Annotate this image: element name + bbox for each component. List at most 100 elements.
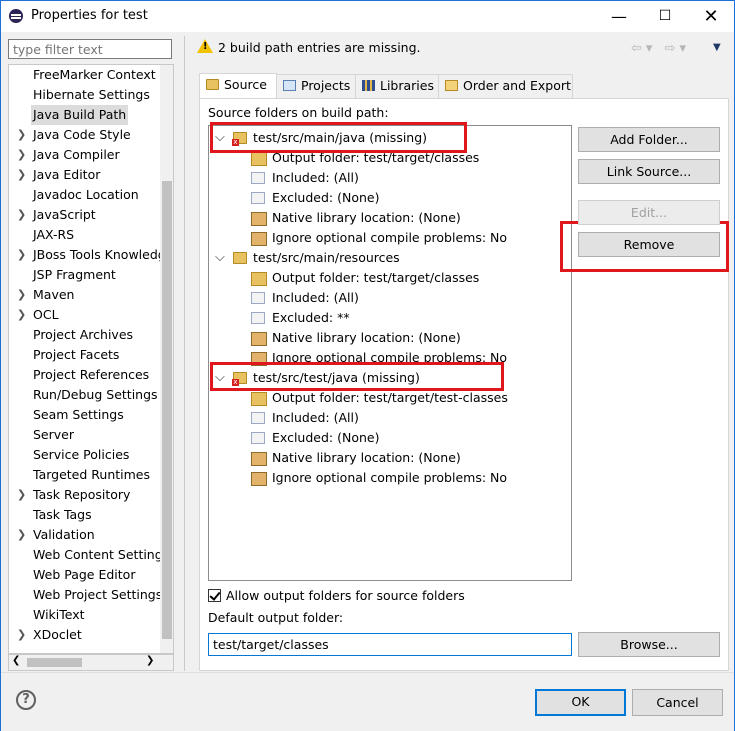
add-folder-button[interactable]: Add Folder... [578, 127, 720, 152]
source-attribute-row[interactable]: Included: (All) [209, 408, 569, 428]
chevron-right-icon[interactable]: ❯ [17, 145, 27, 165]
tab-label: Libraries [380, 78, 434, 93]
native-library-icon [251, 212, 267, 226]
source-row-label: Included: (All) [272, 170, 359, 185]
ok-button[interactable]: OK [535, 689, 626, 716]
default-output-field[interactable]: test/target/classes [208, 633, 572, 656]
chevron-right-icon[interactable]: ❯ [17, 305, 27, 325]
sidebar-item-label: Web Page Editor [33, 567, 136, 582]
property-pages-tree: ❯ XDoclet WikiText Web Project Settings Web … [8, 64, 174, 654]
sidebar-item-label: Hibernate Settings [33, 87, 150, 102]
properties-dialog: Properties for test — ☐ ✕ ❯ XDoclet WikiTe… [0, 0, 735, 731]
highlight-box [210, 122, 467, 153]
chevron-right-icon[interactable]: ❯ [17, 485, 27, 505]
source-attribute-row[interactable]: Ignore optional compile problems: No [209, 228, 569, 248]
tab-label: Source [224, 77, 267, 92]
source-attribute-row[interactable]: Ignore optional compile problems: No [209, 468, 569, 488]
chevron-right-icon[interactable]: ❯ [17, 625, 27, 645]
panel-divider[interactable] [184, 36, 185, 671]
ignore-problems-icon [251, 472, 267, 486]
back-forward-icons[interactable]: ⇦▾ ⇨▾ [631, 41, 690, 56]
tab-order-and-export[interactable]: Order and Export [438, 74, 573, 98]
source-attribute-row[interactable]: Output folder: test/target/classes [209, 268, 569, 288]
source-row-label: Included: (All) [272, 410, 359, 425]
chevron-right-icon[interactable]: ❯ [17, 285, 27, 305]
minimize-button[interactable]: — [596, 1, 642, 32]
source-attribute-row[interactable]: Excluded: (None) [209, 188, 569, 208]
output-folder-icon [251, 392, 267, 406]
browse-button[interactable]: Browse... [578, 632, 720, 657]
warning-message: 2 build path entries are missing. [218, 40, 421, 55]
source-folders-label: Source folders on build path: [208, 105, 389, 120]
source-attribute-row[interactable]: Native library location: (None) [209, 448, 569, 468]
sidebar-item-label: Java Build Path [31, 105, 129, 125]
tree-vertical-scrollbar[interactable] [160, 65, 173, 653]
source-row-label: Output folder: test/target/classes [272, 270, 480, 285]
maximize-button[interactable]: ☐ [642, 1, 688, 32]
source-row-label: Excluded: ** [272, 310, 350, 325]
sidebar-item-label: Task Repository [33, 487, 131, 502]
default-output-label: Default output folder: [208, 610, 344, 625]
help-icon[interactable]: ? [16, 690, 36, 710]
sidebar-item-label: Project References [33, 367, 150, 382]
source-attribute-row[interactable]: Included: (All) [209, 168, 569, 188]
sidebar-item-label: Seam Settings [33, 407, 124, 422]
chevron-down-icon[interactable]: ⌵ [215, 248, 225, 268]
eclipse-app-icon [9, 9, 23, 23]
allow-output-folders-checkbox[interactable] [208, 589, 221, 602]
source-attribute-row[interactable]: Excluded: ** [209, 308, 569, 328]
source-attribute-row[interactable]: Excluded: (None) [209, 428, 569, 448]
cancel-button[interactable]: Cancel [632, 689, 723, 716]
source-folder-icon [206, 79, 219, 90]
filter-input[interactable] [8, 39, 172, 59]
source-attribute-row[interactable]: Included: (All) [209, 288, 569, 308]
sidebar-item-label: Java Code Style [33, 127, 131, 142]
close-button[interactable]: ✕ [688, 1, 734, 32]
excluded-filter-icon [251, 432, 265, 444]
package-folder-icon [233, 252, 247, 264]
chevron-right-icon[interactable]: ❯ [17, 125, 27, 145]
tab-source[interactable]: Source [199, 73, 277, 99]
sidebar-item-label: JBoss Tools Knowledg [33, 247, 166, 262]
sidebar-item-label: Project Facets [33, 347, 120, 362]
source-attribute-row[interactable]: Output folder: test/target/test-classes [209, 388, 569, 408]
tab-libraries[interactable]: Libraries [355, 74, 439, 98]
tab-label: Order and Export [463, 78, 571, 93]
edit-button[interactable]: Edit... [578, 200, 720, 225]
sidebar-item-label: JAX-RS [33, 227, 75, 242]
scroll-right-icon[interactable]: ❯ [146, 655, 154, 666]
view-menu-icon[interactable]: ▼ [713, 42, 721, 53]
sidebar-item-label: FreeMarker Context [33, 67, 156, 82]
scroll-left-icon[interactable]: ❮ [12, 655, 20, 666]
allow-output-folders-label[interactable]: Allow output folders for source folders [226, 588, 465, 603]
remove-button[interactable]: Remove [578, 232, 720, 257]
ignore-problems-icon [251, 232, 267, 246]
excluded-filter-icon [251, 192, 265, 204]
sidebar-item-label: Java Compiler [33, 147, 120, 162]
tab-label: Projects [301, 78, 351, 93]
source-folder-row[interactable]: ⌵ test/src/main/resources [209, 248, 569, 268]
link-source-button[interactable]: Link Source... [578, 159, 720, 184]
sidebar-item-label: OCL [33, 307, 59, 322]
sidebar-item-label: Web Project Settings [33, 587, 163, 602]
source-attribute-row[interactable]: Native library location: (None) [209, 328, 569, 348]
libraries-icon [362, 80, 375, 91]
projects-icon [283, 80, 296, 91]
title-bar: Properties for test — ☐ ✕ [1, 1, 734, 32]
sidebar-item-label: JSP Fragment [33, 267, 116, 282]
highlight-box [210, 362, 504, 391]
source-row-label: Excluded: (None) [272, 430, 380, 445]
source-attribute-row[interactable]: Native library location: (None) [209, 208, 569, 228]
chevron-right-icon[interactable]: ❯ [17, 205, 27, 225]
tree-horizontal-scrollbar[interactable]: ❮ ❯ [8, 654, 174, 671]
chevron-right-icon[interactable]: ❯ [17, 525, 27, 545]
sidebar-item-label: XDoclet [33, 627, 82, 642]
source-row-label: Ignore optional compile problems: No [272, 230, 508, 245]
chevron-right-icon[interactable]: ❯ [17, 165, 27, 185]
chevron-right-icon[interactable]: ❯ [17, 245, 27, 265]
sidebar-item-label: WikiText [33, 607, 85, 622]
source-row-label: Included: (All) [272, 290, 359, 305]
source-folders-tree[interactable]: ⌵ x test/src/main/java (missing) Output fol… [208, 125, 572, 581]
native-library-icon [251, 332, 267, 346]
tab-projects[interactable]: Projects [276, 74, 356, 98]
